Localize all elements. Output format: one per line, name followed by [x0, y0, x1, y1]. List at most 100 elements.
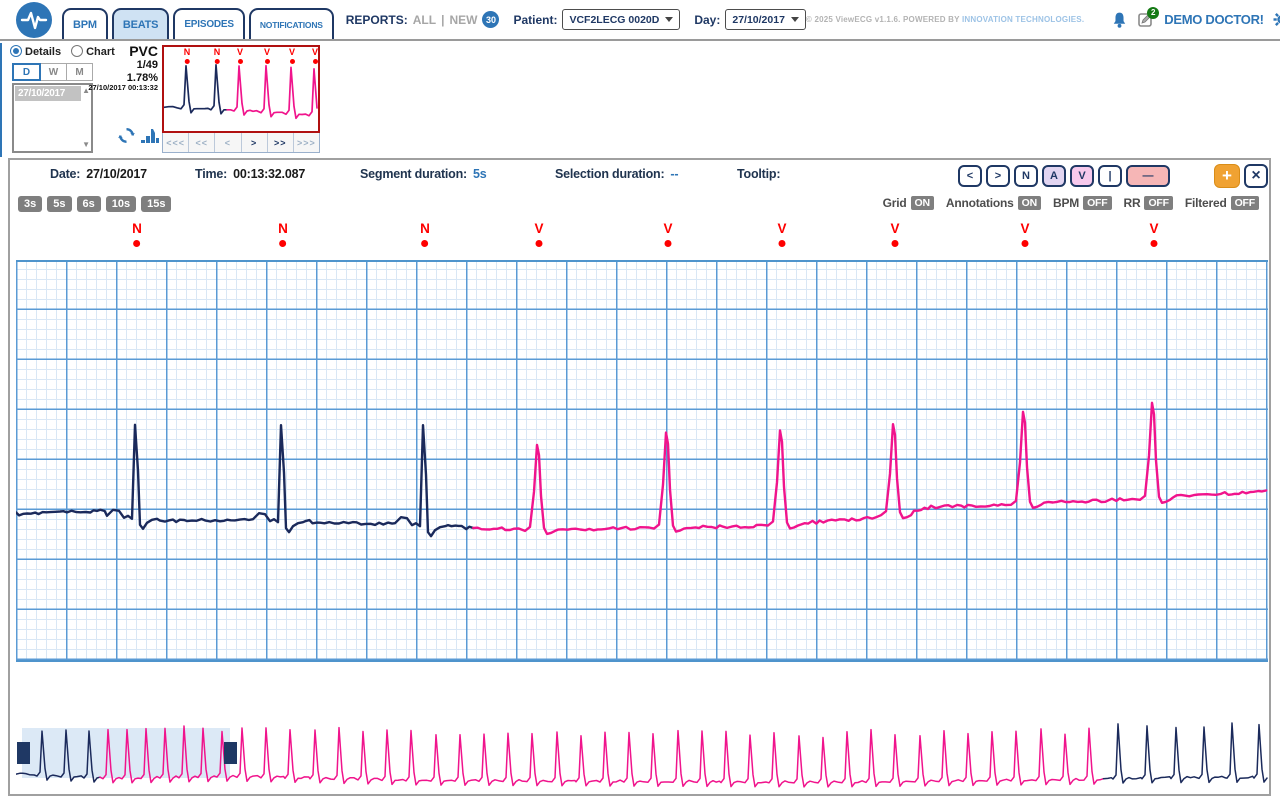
tab-episodes[interactable]: EPISODES	[173, 8, 245, 39]
pvc-nav-button-4[interactable]: >>	[268, 133, 294, 152]
duration-button-10s[interactable]: 10s	[106, 196, 136, 212]
beat-button-6[interactable]: —	[1126, 165, 1170, 187]
beat-annotation-V[interactable]: V	[534, 222, 543, 247]
beat-annotation-N[interactable]: N	[278, 222, 288, 247]
add-button[interactable]: +	[1214, 164, 1240, 188]
beat-annotation-V[interactable]: V	[777, 222, 786, 247]
patient-value: VCF2LECG 0020D	[569, 14, 659, 26]
ecg-chart[interactable]	[16, 260, 1268, 662]
duration-button-3s[interactable]: 3s	[18, 196, 42, 212]
chevron-down-icon	[665, 17, 673, 22]
pvc-nav-button-3[interactable]: >	[242, 133, 268, 152]
annotation-letter: V	[264, 48, 270, 57]
beat-annotation-V[interactable]: V	[890, 222, 899, 247]
toggle-state-badge[interactable]: OFF	[1083, 196, 1111, 210]
selection-duration-label: Selection duration:	[555, 167, 664, 181]
thumb-annotation-V: V	[237, 48, 243, 64]
reports-new-link[interactable]: NEW	[449, 13, 477, 27]
user-name[interactable]: DEMO DOCTOR!	[1164, 12, 1263, 27]
beat-button-5[interactable]: |	[1098, 165, 1122, 187]
toggle-label: BPM	[1053, 196, 1079, 210]
beat-button-4[interactable]: V	[1070, 165, 1094, 187]
main-tabs: BPMBEATSEPISODESNOTIFICATIONS	[62, 0, 334, 39]
annotation-letter: V	[1149, 222, 1158, 236]
annotation-letter: N	[420, 222, 430, 236]
annotation-letter: N	[214, 48, 221, 57]
tooltip-label: Tooltip:	[737, 167, 780, 181]
annotation-letter: V	[890, 222, 899, 236]
annotation-dot-icon	[237, 59, 242, 64]
annotation-dot-icon	[215, 59, 220, 64]
pvc-nav-button-1[interactable]: <<	[189, 133, 215, 152]
close-button[interactable]: ×	[1244, 164, 1268, 188]
tab-notifications[interactable]: NOTIFICATIONS	[249, 8, 334, 39]
pvc-nav-button-5[interactable]: >>>	[294, 133, 319, 152]
messages-edit-icon[interactable]: 2	[1137, 11, 1155, 29]
duration-button-15s[interactable]: 15s	[141, 196, 171, 212]
app-logo-icon[interactable]	[16, 2, 52, 38]
toggle-state-badge[interactable]: OFF	[1144, 196, 1172, 210]
beat-type-buttons: <>NAV|—	[958, 165, 1170, 187]
toggle-state-badge[interactable]: ON	[1018, 196, 1041, 210]
beat-button-3[interactable]: A	[1042, 165, 1066, 187]
annotation-dot-icon	[185, 59, 190, 64]
refresh-icon[interactable]	[118, 127, 135, 144]
date-list[interactable]: 27/10/2017 ▲ ▼	[12, 83, 93, 153]
beat-annotation-V[interactable]: V	[663, 222, 672, 247]
display-toggles: GridONAnnotationsONBPMOFFRROFFFilteredOF…	[883, 196, 1259, 210]
beat-annotation-N[interactable]: N	[132, 222, 142, 247]
tab-bpm[interactable]: BPM	[62, 8, 108, 39]
reports-count-badge[interactable]: 30	[482, 11, 499, 28]
time-label: Time:	[195, 167, 227, 181]
annotation-letter: V	[663, 222, 672, 236]
toggle-grid: Grid ON	[883, 196, 934, 210]
duration-button-5s[interactable]: 5s	[47, 196, 71, 212]
ecg-overview-strip[interactable]	[16, 706, 1268, 793]
annotation-letter: V	[312, 48, 318, 57]
day-value: 27/10/2017	[732, 14, 785, 26]
day-select[interactable]: 27/10/2017	[725, 9, 806, 30]
beat-annotation-N[interactable]: N	[420, 222, 430, 247]
beat-button-2[interactable]: N	[1014, 165, 1038, 187]
pvc-nav-button-0[interactable]: <<<	[163, 133, 189, 152]
thumb-annotation-N: N	[214, 48, 221, 64]
details-radio[interactable]: Details	[10, 45, 61, 58]
thumb-annotation-V: V	[264, 48, 270, 64]
toggle-label: RR	[1124, 196, 1141, 210]
annotation-dot-icon	[280, 240, 287, 247]
selection-handle-right[interactable]	[224, 742, 237, 764]
reports-all-link[interactable]: ALL	[413, 13, 436, 27]
copyright-text: © 2025 ViewECG v1.1.6. POWERED BY INNOVA…	[806, 15, 1084, 24]
annotation-dot-icon	[778, 240, 785, 247]
tab-beats[interactable]: BEATS	[112, 8, 169, 39]
date-value: 27/10/2017	[86, 167, 147, 181]
toggle-state-badge[interactable]: OFF	[1231, 196, 1259, 210]
duration-button-6s[interactable]: 6s	[77, 196, 101, 212]
pvc-preview-thumbnail[interactable]: NNVVVV	[162, 45, 320, 133]
pvc-nav-button-2[interactable]: <	[215, 133, 241, 152]
thumb-annotation-N: N	[184, 48, 191, 64]
period-button-d[interactable]: D	[12, 63, 41, 81]
duration-buttons: 3s 5s 6s 10s 15s	[18, 196, 171, 212]
toggle-filtered: FilteredOFF	[1185, 196, 1259, 210]
radio-selected-icon[interactable]	[10, 45, 22, 57]
beat-button-1[interactable]: >	[986, 165, 1010, 187]
toggle-label: Grid	[883, 196, 907, 210]
annotation-dot-icon	[1150, 240, 1157, 247]
selection-duration-value: --	[670, 167, 678, 181]
gear-icon[interactable]	[1273, 11, 1280, 28]
beat-button-0[interactable]: <	[958, 165, 982, 187]
scroll-down-arrow-icon[interactable]: ▼	[82, 141, 90, 149]
patient-select[interactable]: VCF2LECG 0020D	[562, 9, 680, 30]
beat-annotation-V[interactable]: V	[1020, 222, 1029, 247]
annotation-letter: N	[278, 222, 288, 236]
subheader: Details Chart DWM 27/10/2017 ▲ ▼ PVC 1/4…	[0, 43, 1280, 157]
beat-annotation-V[interactable]: V	[1149, 222, 1158, 247]
toggle-state-badge[interactable]: ON	[911, 196, 934, 210]
selection-handle-left[interactable]	[17, 742, 30, 764]
histogram-icon[interactable]	[140, 127, 160, 144]
reports-separator: |	[441, 13, 444, 27]
notifications-bell-icon[interactable]	[1111, 11, 1128, 29]
annotation-letter: N	[184, 48, 191, 57]
toggle-rr: RROFF	[1124, 196, 1173, 210]
